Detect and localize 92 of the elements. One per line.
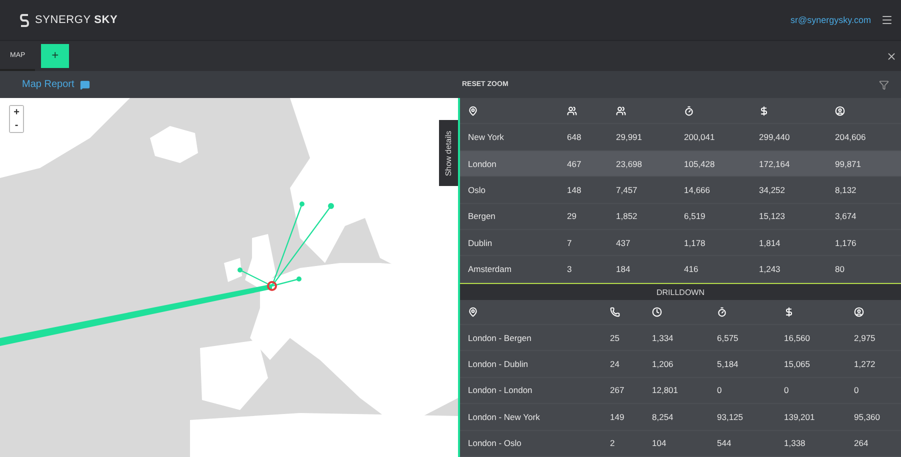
table-cell-text: 24: [610, 359, 620, 370]
users-icon: [567, 106, 577, 116]
table-cell-text: New York: [468, 132, 505, 142]
table-cell-text: 0: [717, 385, 723, 396]
filter-icon[interactable]: [879, 80, 889, 90]
table-cell-text: 99,871: [835, 158, 862, 169]
table-cell-text: Dublin: [468, 238, 494, 248]
table-cell-text: 2: [610, 438, 616, 448]
table-cell-text: 267: [610, 385, 626, 396]
table-cell-text: 2,975: [854, 332, 876, 343]
table-cell-text: 200,041: [684, 132, 716, 142]
table-cell-text: 0: [784, 385, 790, 396]
table-row[interactable]: Oslo 148 7,457 14,666 34,252 8,132: [460, 177, 901, 204]
logo-icon: [20, 14, 29, 26]
report-title: Map Report: [22, 79, 74, 90]
table-cell-text: 1,176: [835, 238, 858, 248]
table-cell-text: 1,852: [616, 211, 638, 222]
table-cell-text: 34,252: [759, 184, 786, 195]
table-cell-text: 172,164: [759, 158, 791, 169]
dollar-icon: [784, 307, 794, 318]
table-cell-text: 437: [616, 238, 632, 248]
add-tab-button[interactable]: +: [41, 44, 70, 68]
clock-icon: [652, 307, 662, 318]
table-cell-text: 1,243: [759, 264, 782, 274]
table-cell-text: 139,201: [784, 412, 816, 422]
table-cell-text: 95,360: [854, 412, 881, 422]
table-cell-text: 648: [567, 132, 582, 142]
table-row[interactable]: Dublin 7 437 1,178 1,814 1,176: [460, 230, 901, 256]
drilldown-title: DRILLDOWN: [656, 288, 704, 297]
logo-text: SYNERGY SKY: [35, 14, 118, 26]
table-cell-text: 14,666: [684, 184, 711, 195]
table-cell-text: London: [468, 158, 498, 169]
timer-icon: [684, 106, 694, 116]
table-cell-text: 6,575: [717, 332, 740, 343]
table-cell-text: 1,206: [652, 359, 674, 370]
table-cell-text: 149: [610, 412, 626, 422]
menu-icon[interactable]: [881, 14, 893, 26]
table-cell-text: 148: [567, 184, 582, 195]
user-badge-icon: [854, 307, 864, 318]
table-row[interactable]: Bergen 29 1,852 6,519 15,123 3,674: [460, 204, 901, 230]
table-cell-text: 15,065: [784, 359, 811, 370]
timer-icon: [717, 307, 727, 318]
table-cell-text: 416: [684, 264, 700, 274]
table-cell-text: 1,334: [652, 332, 674, 343]
phone-icon: [610, 307, 620, 318]
table-cell-text: 29: [567, 211, 578, 222]
table-cell-text: 29,991: [616, 132, 643, 142]
table-cell-text: 15,123: [759, 211, 786, 222]
table-cell-text: London - Oslo: [468, 438, 522, 448]
table-cell-text: 25: [610, 332, 620, 343]
table-cell-text: 7,457: [616, 184, 638, 195]
table-cell-text: 80: [835, 264, 846, 274]
table-cell-text: 264: [854, 438, 870, 448]
user-badge-icon: [835, 106, 845, 116]
table-cell-text: 204,606: [835, 132, 867, 142]
table-cell-text: 23,698: [616, 158, 643, 169]
table-cell-text: 105,428: [684, 158, 716, 169]
table-cell-text: 184: [616, 264, 632, 274]
table-cell-text: 12,801: [652, 385, 679, 396]
table-cell-text: Bergen: [468, 211, 496, 222]
table-cell-text: London - Dublin: [468, 359, 530, 370]
table-cell-text: 8,132: [835, 184, 858, 195]
table-row[interactable]: London 467 23,698 105,428 172,164 99,871: [460, 150, 901, 178]
users-icon: [616, 106, 626, 116]
table-cell-text: 467: [567, 158, 582, 169]
table-cell-text: London - New York: [468, 412, 541, 422]
location-pin-icon: [468, 106, 478, 116]
dollar-icon: [759, 106, 769, 116]
comment-icon[interactable]: [80, 80, 90, 90]
table-cell-text: 5,184: [717, 359, 740, 370]
table-cell-text: London - London: [468, 385, 534, 396]
table-cell-text: 299,440: [759, 132, 791, 142]
table-cell-text: Amsterdam: [468, 264, 512, 274]
table-cell-text: 3: [567, 264, 573, 274]
table-cell-text: 7: [567, 238, 573, 248]
table-cell-text: 3,674: [835, 211, 858, 222]
table-cell-text: 8,254: [652, 412, 674, 422]
location-pin-icon: [468, 307, 478, 318]
table-cell-text: 93,125: [717, 412, 744, 422]
user-email-link[interactable]: sr@synergysky.com: [790, 15, 871, 25]
table-cell-text: London - Bergen: [468, 332, 532, 343]
table-cell-text: 544: [717, 438, 732, 448]
table-cell-text: 6,519: [684, 211, 706, 222]
table-cell-text: 1,272: [854, 359, 876, 370]
table-cell-text: 1,178: [684, 238, 706, 248]
table-cell-text: 0: [854, 385, 860, 396]
table-cell-text: 16,560: [784, 332, 811, 343]
table-cell-text: 1,338: [784, 438, 806, 448]
table-cell-text: 1,814: [759, 238, 782, 248]
table-cell-text: 104: [652, 438, 668, 448]
show-details-tab[interactable]: Show details: [439, 120, 458, 186]
table-cell-text: Oslo: [468, 184, 486, 195]
